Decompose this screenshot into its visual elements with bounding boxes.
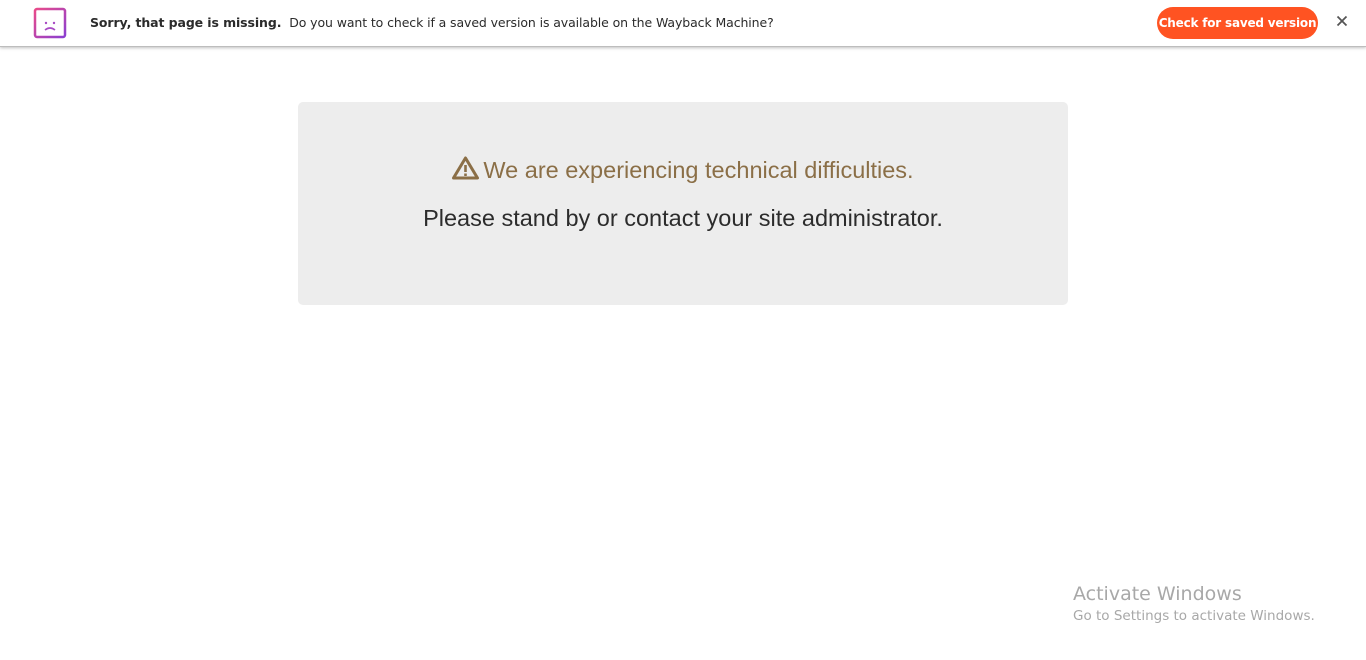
error-title: We are experiencing technical difficulti…: [483, 157, 914, 183]
error-message-box: We are experiencing technical difficulti…: [298, 102, 1068, 305]
close-icon: [1336, 14, 1348, 32]
error-subtitle: Please stand by or contact your site adm…: [423, 205, 943, 231]
activate-windows-title: Activate Windows: [1073, 583, 1242, 605]
notice-title: Sorry, that page is missing.: [90, 15, 282, 30]
check-for-saved-version-button[interactable]: Check for saved version: [1157, 7, 1318, 39]
activate-windows-subtitle: Go to Settings to activate Windows.: [1073, 608, 1315, 624]
notice-text: Sorry, that page is missing. Do you want…: [90, 15, 774, 30]
error-title-line: We are experiencing technical difficulti…: [298, 156, 1068, 184]
warning-triangle-icon: [452, 156, 480, 180]
missing-page-notice-bar: Sorry, that page is missing. Do you want…: [0, 0, 1366, 47]
notice-message: Do you want to check if a saved version …: [289, 15, 774, 30]
sad-browser-window-icon: [33, 7, 67, 39]
close-notice-button[interactable]: [1332, 13, 1352, 33]
